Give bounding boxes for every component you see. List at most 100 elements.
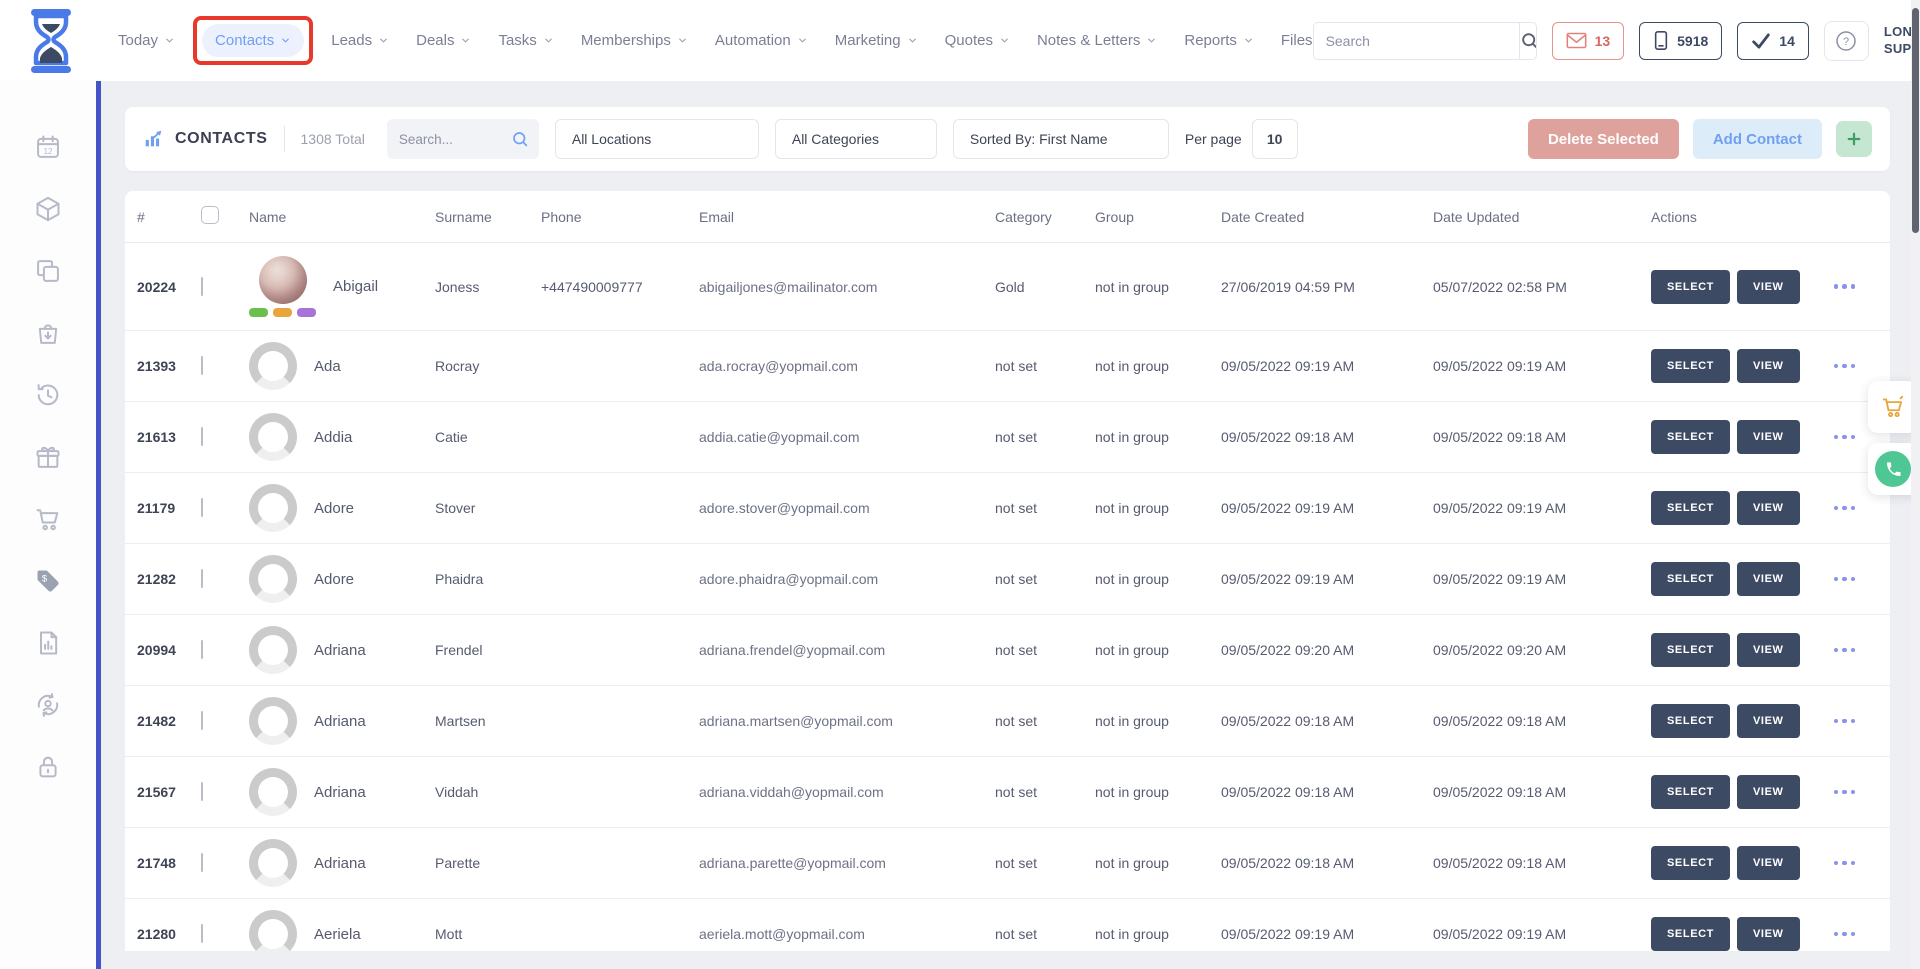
sort-filter[interactable]: Sorted By: First Name <box>953 119 1169 159</box>
avatar[interactable] <box>249 555 297 603</box>
global-search-input[interactable] <box>1314 23 1519 59</box>
avatar[interactable] <box>249 768 297 816</box>
nav-item-tasks[interactable]: Tasks <box>498 32 553 49</box>
view-button[interactable]: VIEW <box>1737 917 1800 951</box>
select-button[interactable]: SELECT <box>1651 562 1730 596</box>
select-button[interactable]: SELECT <box>1651 491 1730 525</box>
app-logo-hourglass-icon[interactable] <box>22 8 80 74</box>
calendar-icon[interactable]: 12 <box>34 133 62 161</box>
row-checkbox[interactable] <box>201 428 249 446</box>
nav-item-quotes[interactable]: Quotes <box>945 32 1010 49</box>
select-button[interactable]: SELECT <box>1651 349 1730 383</box>
quick-add-icon[interactable] <box>1836 121 1872 157</box>
view-button[interactable]: VIEW <box>1737 846 1800 880</box>
checkbox-icon[interactable] <box>201 640 203 659</box>
package-icon[interactable] <box>34 195 62 223</box>
delete-selected-button[interactable]: Delete Selected <box>1528 119 1679 159</box>
checkbox-icon[interactable] <box>201 569 203 588</box>
view-button[interactable]: VIEW <box>1737 420 1800 454</box>
avatar[interactable] <box>249 342 297 390</box>
cart-icon[interactable] <box>34 505 62 533</box>
select-button[interactable]: SELECT <box>1651 917 1730 951</box>
calls-badge[interactable]: 5918 <box>1639 22 1722 60</box>
select-button[interactable]: SELECT <box>1651 270 1730 304</box>
select-button[interactable]: SELECT <box>1651 704 1730 738</box>
tasks-badge[interactable]: 14 <box>1737 22 1809 60</box>
select-button[interactable]: SELECT <box>1651 633 1730 667</box>
row-menu-icon[interactable] <box>1834 284 1856 289</box>
view-button[interactable]: VIEW <box>1737 270 1800 304</box>
checkbox-icon[interactable] <box>201 711 203 730</box>
row-checkbox[interactable] <box>201 641 249 659</box>
nav-item-notes-letters[interactable]: Notes & Letters <box>1037 32 1157 49</box>
row-menu-icon[interactable] <box>1834 506 1856 511</box>
row-checkbox[interactable] <box>201 278 249 296</box>
nav-item-leads[interactable]: Leads <box>331 32 389 49</box>
report-icon[interactable] <box>34 629 62 657</box>
page-scrollbar[interactable] <box>1911 0 1920 969</box>
row-menu-icon[interactable] <box>1834 932 1856 937</box>
locations-filter[interactable]: All Locations <box>555 119 759 159</box>
contacts-search-input[interactable] <box>399 132 511 147</box>
row-menu-icon[interactable] <box>1834 364 1856 369</box>
nav-item-marketing[interactable]: Marketing <box>835 32 918 49</box>
row-checkbox[interactable] <box>201 499 249 517</box>
row-menu-icon[interactable] <box>1834 861 1856 866</box>
history-icon[interactable] <box>34 381 62 409</box>
per-page-select[interactable]: 10 <box>1252 119 1298 159</box>
nav-item-contacts[interactable]: Contacts <box>202 24 304 57</box>
avatar[interactable] <box>249 910 297 951</box>
view-button[interactable]: VIEW <box>1737 775 1800 809</box>
nav-item-deals[interactable]: Deals <box>416 32 471 49</box>
gift-icon[interactable] <box>34 443 62 471</box>
lock-icon[interactable] <box>34 753 62 781</box>
view-button[interactable]: VIEW <box>1737 349 1800 383</box>
checkbox-icon[interactable] <box>201 853 203 872</box>
view-button[interactable]: VIEW <box>1737 491 1800 525</box>
scrollbar-thumb[interactable] <box>1912 8 1919 233</box>
tag-icon[interactable]: $ <box>34 567 62 595</box>
nav-item-reports[interactable]: Reports <box>1184 32 1254 49</box>
row-menu-icon[interactable] <box>1834 719 1856 724</box>
avatar[interactable] <box>249 484 297 532</box>
row-checkbox[interactable] <box>201 570 249 588</box>
select-button[interactable]: SELECT <box>1651 420 1730 454</box>
row-checkbox[interactable] <box>201 925 249 943</box>
avatar[interactable] <box>249 626 297 674</box>
checkbox-icon[interactable] <box>201 924 203 943</box>
select-button[interactable]: SELECT <box>1651 846 1730 880</box>
avatar[interactable] <box>249 839 297 887</box>
view-button[interactable]: VIEW <box>1737 633 1800 667</box>
search-icon[interactable] <box>511 130 529 148</box>
view-button[interactable]: VIEW <box>1737 562 1800 596</box>
row-checkbox[interactable] <box>201 854 249 872</box>
nav-item-today[interactable]: Today <box>118 32 175 49</box>
nav-item-automation[interactable]: Automation <box>715 32 808 49</box>
row-checkbox[interactable] <box>201 357 249 375</box>
add-contact-button[interactable]: Add Contact <box>1693 119 1822 159</box>
bag-icon[interactable] <box>34 319 62 347</box>
checkbox-icon[interactable] <box>201 356 203 375</box>
row-menu-icon[interactable] <box>1834 790 1856 795</box>
avatar[interactable] <box>249 697 297 745</box>
select-button[interactable]: SELECT <box>1651 775 1730 809</box>
row-menu-icon[interactable] <box>1834 648 1856 653</box>
account-icon[interactable] <box>34 691 62 719</box>
avatar[interactable] <box>249 413 297 461</box>
nav-item-files[interactable]: Files <box>1281 32 1313 49</box>
avatar[interactable] <box>259 256 307 304</box>
view-button[interactable]: VIEW <box>1737 704 1800 738</box>
checkbox-icon[interactable] <box>201 782 203 801</box>
checkbox-icon[interactable] <box>201 277 203 296</box>
categories-filter[interactable]: All Categories <box>775 119 937 159</box>
checkbox-icon[interactable] <box>201 427 203 446</box>
select-all-checkbox[interactable] <box>201 206 249 227</box>
checkbox-icon[interactable] <box>201 498 203 517</box>
row-checkbox[interactable] <box>201 783 249 801</box>
row-checkbox[interactable] <box>201 712 249 730</box>
nav-item-memberships[interactable]: Memberships <box>581 32 688 49</box>
row-menu-icon[interactable] <box>1834 435 1856 440</box>
help-button[interactable]: ? <box>1824 21 1869 61</box>
copy-icon[interactable] <box>34 257 62 285</box>
row-menu-icon[interactable] <box>1834 577 1856 582</box>
